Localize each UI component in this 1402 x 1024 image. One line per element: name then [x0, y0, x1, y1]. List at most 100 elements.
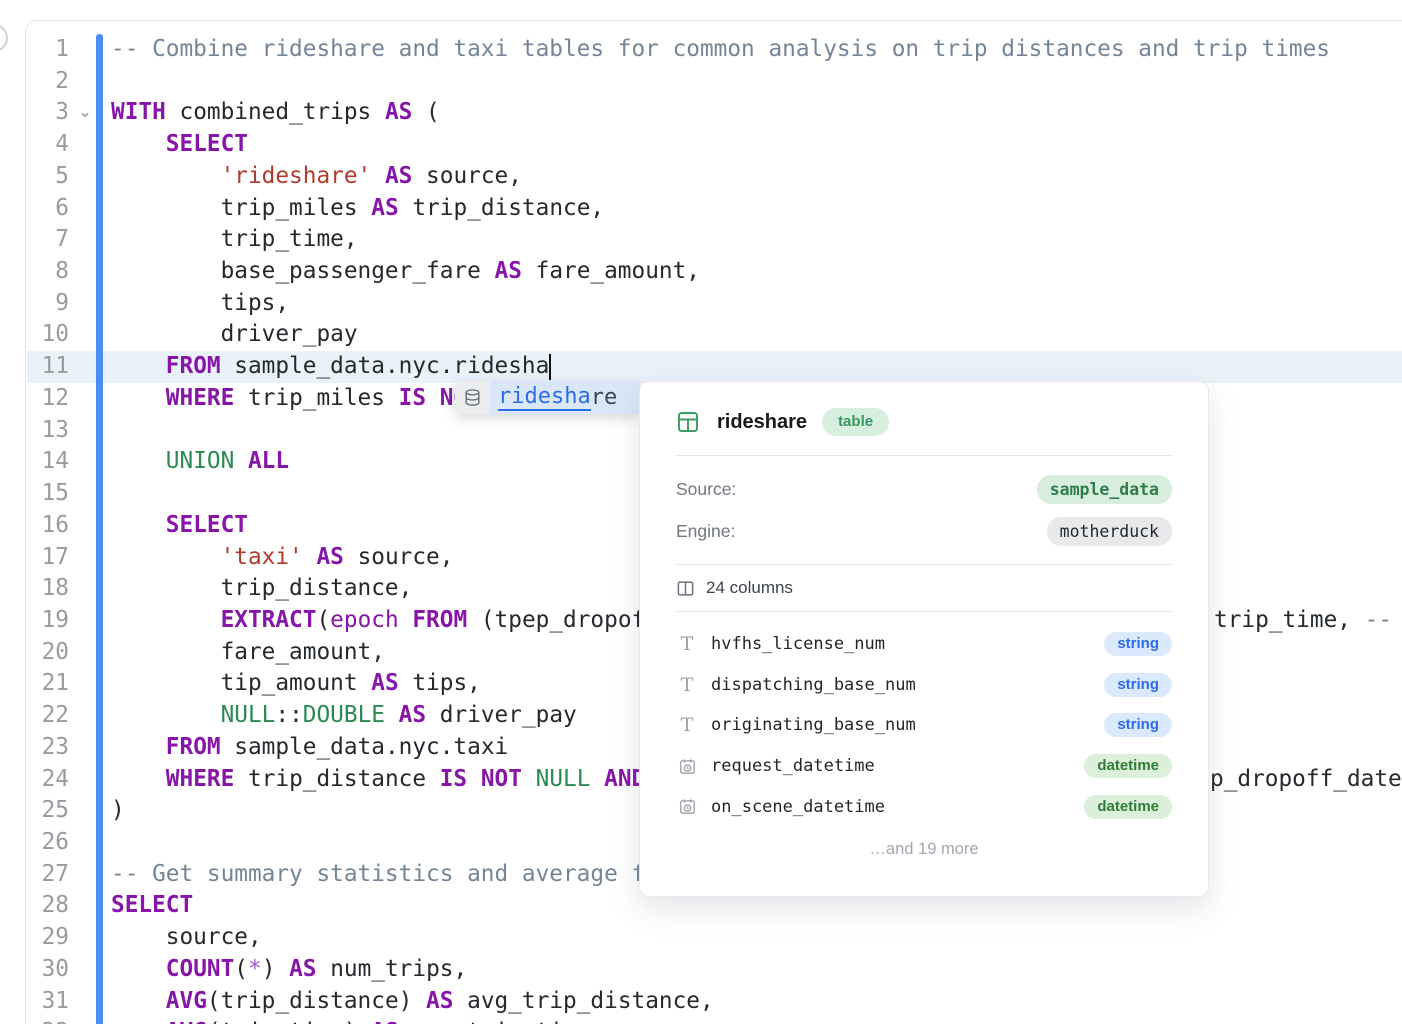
line-number: 12 — [26, 383, 69, 415]
code-token: source, — [111, 924, 262, 950]
code-line-fragment: p_dropoff_datetime — [1210, 764, 1402, 796]
more-columns-label: …and 19 more — [640, 840, 1208, 859]
code-token: :: — [275, 702, 302, 728]
code-line-30[interactable]: COUNT(*) AS num_trips, — [111, 954, 1402, 986]
code-line-32[interactable]: AVG(trip_time) AS avg_trip_time, — [111, 1017, 1402, 1024]
code-token — [111, 353, 166, 379]
code-token: trip_time, — [1214, 607, 1365, 633]
meta-label: Source: — [676, 479, 736, 500]
line-number: 10 — [26, 319, 69, 351]
code-line-29[interactable]: source, — [111, 922, 1402, 954]
code-token: AVG — [166, 988, 207, 1014]
code-token: (trip_distance) — [207, 988, 426, 1014]
line-number: 24 — [26, 764, 69, 796]
column-name: dispatching_base_num — [711, 675, 916, 695]
text-type-icon: T — [676, 714, 698, 736]
code-token: SELECT — [166, 512, 248, 538]
line-number: 32 — [26, 1017, 69, 1024]
code-token: ) — [111, 797, 125, 823]
line-number: 22 — [26, 700, 69, 732]
code-token: (trip_time) — [207, 1019, 371, 1024]
code-line-8[interactable]: base_passenger_fare AS fare_amount, — [111, 256, 1402, 288]
code-token: trip_distance, — [399, 195, 604, 221]
code-token: AVG — [166, 1019, 207, 1024]
code-token: fare_amount, — [522, 258, 700, 284]
column-row: request_datetimedatetime — [676, 746, 1172, 787]
code-line-4[interactable]: SELECT — [111, 129, 1402, 161]
code-token — [111, 544, 221, 570]
code-token: ( — [412, 99, 439, 125]
code-line-9[interactable]: tips, — [111, 288, 1402, 320]
database-icon — [455, 381, 490, 414]
column-name: originating_base_num — [711, 715, 916, 735]
code-line-fragment: trip_time, -- in seconds — [1214, 605, 1402, 637]
table-type-badge: table — [822, 408, 889, 436]
code-token: SELECT — [166, 131, 248, 157]
line-number: 4 — [26, 129, 69, 161]
column-type-pill: string — [1104, 673, 1172, 697]
code-token — [371, 163, 385, 189]
code-token — [111, 512, 166, 538]
column-type-pill: datetime — [1084, 754, 1172, 778]
code-token — [385, 702, 399, 728]
code-token: AS — [495, 258, 522, 284]
code-line-10[interactable]: driver_pay — [111, 319, 1402, 351]
table-info-popup: rideshare table Source:sample_dataEngine… — [639, 381, 1209, 897]
code-line-1[interactable]: -- Combine rideshare and taxi tables for… — [111, 34, 1402, 66]
code-token — [111, 607, 221, 633]
code-token: avg_trip_distance, — [453, 988, 713, 1014]
code-token — [399, 607, 413, 633]
column-type-pill: datetime — [1084, 795, 1172, 819]
code-token: ALL — [248, 448, 289, 474]
code-line-31[interactable]: AVG(trip_distance) AS avg_trip_distance, — [111, 986, 1402, 1018]
code-token: AS — [371, 1019, 398, 1024]
line-number: 26 — [26, 827, 69, 859]
text-cursor — [549, 354, 551, 380]
code-token: -- Combine rideshare and taxi tables for… — [111, 36, 1330, 62]
code-token — [111, 448, 166, 474]
code-token: AS — [371, 195, 398, 221]
code-token: source, — [344, 544, 454, 570]
calendar-clock-icon — [676, 757, 698, 776]
code-token: AS — [316, 544, 343, 570]
suggestion-label[interactable]: rideshare — [490, 381, 640, 414]
code-line-2[interactable] — [111, 66, 1402, 98]
code-token — [234, 448, 248, 474]
collapsed-sidebar-button[interactable] — [0, 24, 8, 52]
code-token — [111, 385, 166, 411]
autocomplete-suggestion[interactable]: rideshare — [455, 381, 640, 414]
code-token: base_passenger_fare — [111, 258, 495, 284]
code-token: WHERE — [166, 385, 234, 411]
code-token: trip_miles — [234, 385, 398, 411]
columns-list: Thvfhs_license_numstringTdispatching_bas… — [640, 612, 1208, 827]
code-line-5[interactable]: 'rideshare' AS source, — [111, 161, 1402, 193]
code-line-6[interactable]: trip_miles AS trip_distance, — [111, 193, 1402, 225]
line-number: 16 — [26, 510, 69, 542]
meta-row: Source: sample_data — [676, 468, 1172, 510]
line-number: 15 — [26, 478, 69, 510]
column-name: on_scene_datetime — [711, 797, 885, 817]
column-row: Toriginating_base_numstring — [676, 705, 1172, 746]
code-token: driver_pay — [426, 702, 577, 728]
code-line-3[interactable]: WITH combined_trips AS ( — [111, 97, 1402, 129]
line-number: 18 — [26, 573, 69, 605]
column-type-pill: string — [1104, 632, 1172, 656]
line-number: 21 — [26, 668, 69, 700]
line-number: 23 — [26, 732, 69, 764]
code-token: ( — [234, 956, 248, 982]
meta-value-pill: sample_data — [1037, 475, 1172, 504]
code-line-7[interactable]: trip_time, — [111, 224, 1402, 256]
code-token — [590, 766, 604, 792]
line-number: 29 — [26, 922, 69, 954]
line-number: 2 — [26, 66, 69, 98]
code-token: 'taxi' — [221, 544, 303, 570]
code-token — [111, 163, 221, 189]
code-line-11[interactable]: FROM sample_data.nyc.ridesha — [111, 351, 1402, 383]
code-token: AS — [385, 99, 412, 125]
code-token — [111, 956, 166, 982]
line-number: 28 — [26, 890, 69, 922]
line-number: 6 — [26, 193, 69, 225]
calendar-clock-icon — [676, 797, 698, 816]
fold-chevron-down-icon[interactable]: ⌄ — [74, 97, 96, 129]
line-number: 9 — [26, 288, 69, 320]
